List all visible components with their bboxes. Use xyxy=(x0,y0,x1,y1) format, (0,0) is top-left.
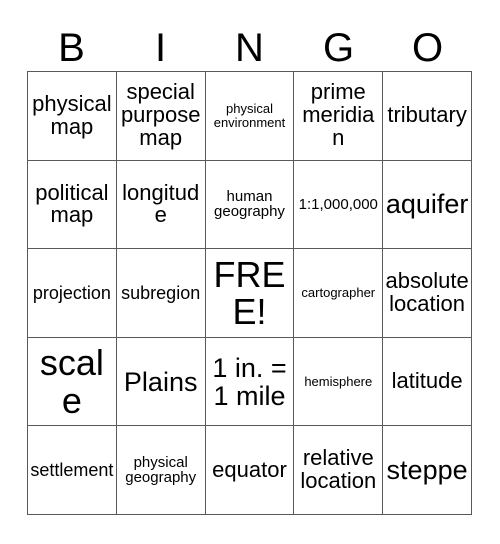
bingo-cell-r5c4[interactable]: relative location xyxy=(294,426,384,515)
bingo-cell-label: hemisphere xyxy=(304,373,373,389)
bingo-cell-label: physical environment xyxy=(213,101,286,130)
bingo-card: B I N G O physical map special purpose m… xyxy=(0,0,500,544)
bingo-cell-r1c5[interactable]: tributary xyxy=(383,72,472,161)
bingo-cell-label: human geography xyxy=(214,187,285,221)
bingo-cell-r3c1[interactable]: projection xyxy=(28,249,117,338)
bingo-cell-label: physical geography xyxy=(125,453,197,487)
bingo-header-letter-g: G xyxy=(322,26,355,70)
bingo-cell-label: latitude xyxy=(391,368,463,394)
bingo-cell-label: relative location xyxy=(300,445,377,494)
bingo-cell-r5c1[interactable]: settlement xyxy=(28,426,117,515)
bingo-cell-label: scale xyxy=(39,342,104,421)
bingo-cell-r5c2[interactable]: physical geography xyxy=(116,426,206,515)
bingo-cell-label: settlement xyxy=(30,459,114,480)
bingo-cell-r3c4[interactable]: cartographer xyxy=(294,249,384,338)
bingo-header-letter-b: B xyxy=(58,26,85,70)
bingo-cell-r5c5[interactable]: steppe xyxy=(383,426,472,515)
bingo-cell-r3c5[interactable]: absolute location xyxy=(383,249,472,338)
bingo-cell-label: absolute location xyxy=(385,268,469,316)
bingo-cell-label: subregion xyxy=(121,282,201,303)
bingo-grid: physical map special purpose map physica… xyxy=(27,71,472,515)
bingo-cell-r5c3[interactable]: equator xyxy=(205,426,295,515)
bingo-cell-r4c5[interactable]: latitude xyxy=(383,337,472,427)
bingo-header-letter-i: I xyxy=(154,26,167,70)
bingo-cell-label: aquifer xyxy=(385,189,469,220)
bingo-cell-free-space[interactable]: FREE! xyxy=(205,249,295,338)
bingo-header-letter-o: O xyxy=(411,26,444,70)
bingo-header-letter-n: N xyxy=(235,26,264,70)
bingo-cell-label: 1:1,000,000 xyxy=(298,195,378,213)
bingo-header-row: B I N G O xyxy=(27,22,472,70)
bingo-cell-r2c5[interactable]: aquifer xyxy=(383,160,472,250)
bingo-cell-r1c3[interactable]: physical environment xyxy=(205,72,295,161)
bingo-cell-label: political map xyxy=(35,179,109,228)
bingo-cell-label: cartographer xyxy=(301,285,376,301)
bingo-cell-label: tributary xyxy=(387,102,467,128)
bingo-cell-r4c1[interactable]: scale xyxy=(28,337,117,427)
bingo-cell-label: projection xyxy=(32,282,111,303)
bingo-cell-r1c4[interactable]: prime meridian xyxy=(294,72,384,161)
bingo-cell-label: Plains xyxy=(123,366,198,397)
bingo-cell-label: 1 in. = 1 mile xyxy=(212,352,287,411)
bingo-cell-r2c4[interactable]: 1:1,000,000 xyxy=(294,160,384,250)
bingo-cell-r4c3[interactable]: 1 in. = 1 mile xyxy=(205,337,295,427)
bingo-cell-r1c1[interactable]: physical map xyxy=(28,72,117,161)
bingo-cell-label: physical map xyxy=(32,90,112,139)
bingo-cell-r1c2[interactable]: special purpose map xyxy=(116,72,206,161)
bingo-cell-r2c1[interactable]: political map xyxy=(28,160,117,250)
bingo-cell-label: prime meridian xyxy=(302,79,375,151)
bingo-cell-r3c2[interactable]: subregion xyxy=(116,249,206,338)
bingo-free-space-label: FREE! xyxy=(213,253,286,332)
bingo-cell-label: longitude xyxy=(122,179,200,228)
bingo-cell-r2c3[interactable]: human geography xyxy=(205,160,295,250)
bingo-cell-r4c4[interactable]: hemisphere xyxy=(294,337,384,427)
bingo-cell-label: special purpose map xyxy=(120,79,201,151)
bingo-cell-label: steppe xyxy=(386,455,468,486)
bingo-cell-r4c2[interactable]: Plains xyxy=(116,337,206,427)
bingo-cell-r2c2[interactable]: longitude xyxy=(116,160,206,250)
bingo-cell-label: equator xyxy=(212,456,287,482)
